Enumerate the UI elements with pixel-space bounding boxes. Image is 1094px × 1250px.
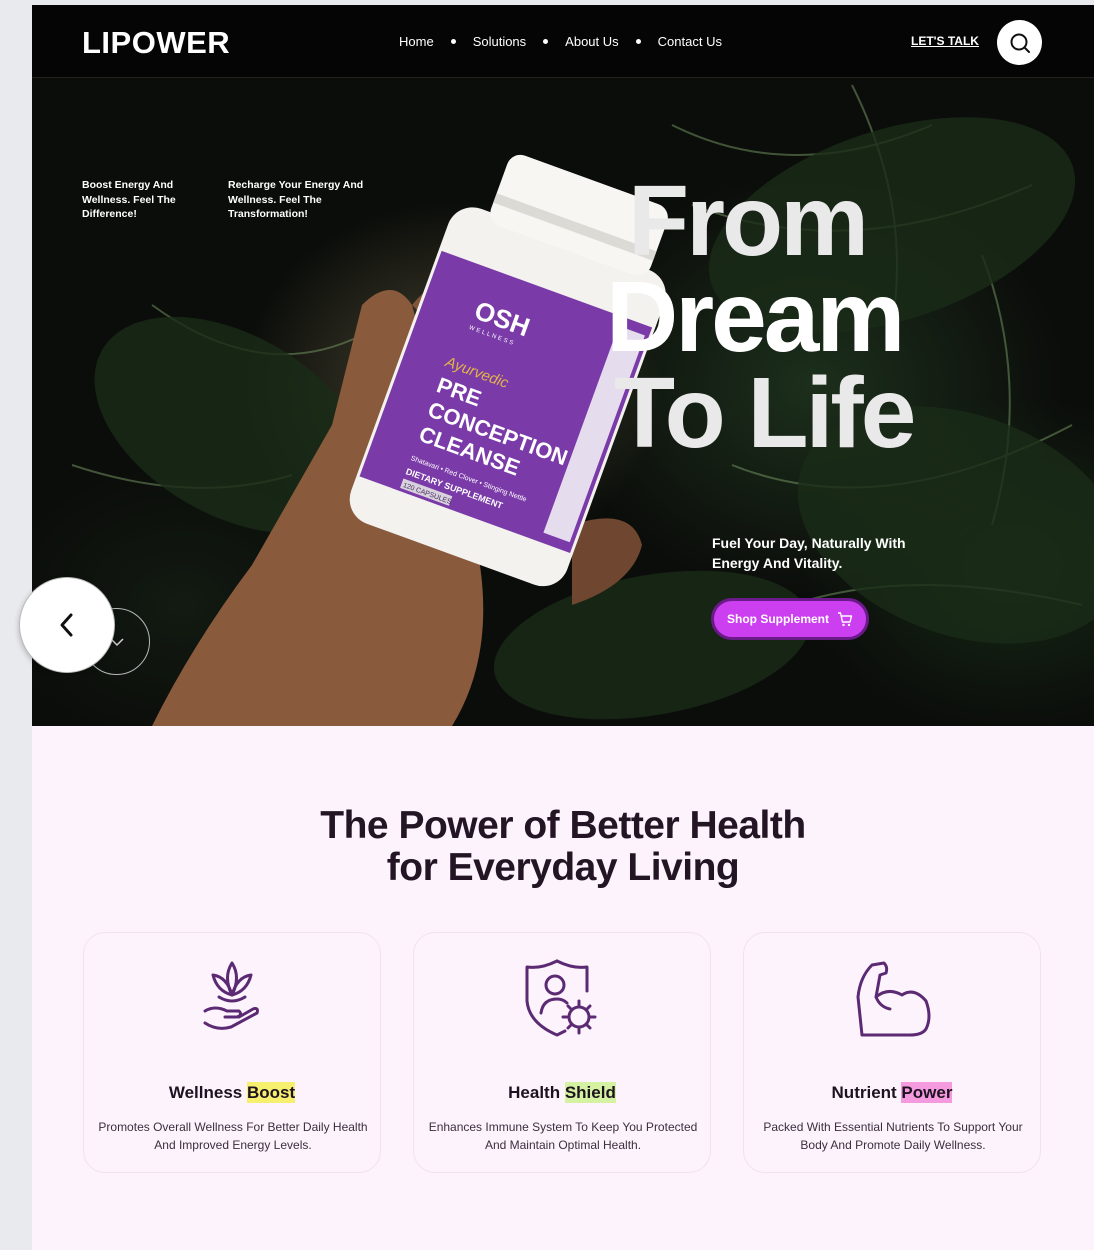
headline-line-2: Dream — [606, 261, 905, 373]
feature-title-text: Wellness — [168, 1083, 247, 1102]
dot-separator — [543, 39, 549, 44]
feature-title: Nutrient Power — [744, 1082, 1040, 1103]
features-heading-line-1: The Power of Better Health — [320, 804, 806, 847]
hero-tagline: Fuel Your Day, Naturally With Energy And… — [712, 535, 906, 571]
nav-contact-us[interactable]: Contact Us — [658, 34, 722, 49]
dot-separator — [635, 39, 641, 44]
hero-blurb-2: Recharge Your Energy And Wellness. Feel … — [228, 179, 364, 220]
features-heading: The Power of Better Health for Everyday … — [32, 805, 1094, 889]
feature-description: Promotes Overall Wellness For Better Dai… — [98, 1120, 368, 1152]
nav-about-us[interactable]: About Us — [565, 34, 618, 49]
feature-title-text: Nutrient — [831, 1083, 902, 1102]
feature-card-wellness-boost: Wellness Boost Promotes Overall Wellness… — [83, 932, 381, 1173]
flexed-arm-icon — [856, 961, 931, 1037]
shop-supplement-button[interactable]: Shop Supplement — [711, 598, 869, 640]
back-button[interactable] — [19, 577, 115, 673]
feature-title-highlight: Shield — [564, 1082, 616, 1103]
hero-blurb-1: Boost Energy And Wellness. Feel The Diff… — [82, 179, 176, 220]
dot-separator — [450, 39, 456, 44]
feature-title-highlight: Power — [901, 1082, 953, 1103]
nav-solutions[interactable]: Solutions — [473, 34, 526, 49]
feature-description: Enhances Immune System To Keep You Prote… — [428, 1120, 698, 1152]
hero-image: OSH WELLNESS Ayurvedic PRE CONCEPTION CL… — [71, 84, 1094, 726]
headline-line-1: From — [628, 165, 869, 277]
shop-button-label: Shop Supplement — [727, 612, 829, 626]
features-heading-line-2: for Everyday Living — [386, 846, 740, 889]
nav-home[interactable]: Home — [399, 34, 434, 49]
page: OSH WELLNESS Ayurvedic PRE CONCEPTION CL… — [32, 5, 1094, 1250]
feature-description: Packed With Essential Nutrients To Suppo… — [763, 1120, 1023, 1152]
main-menu: Home Solutions About Us Contact Us — [399, 34, 722, 49]
headline-line-3: To Life — [614, 357, 916, 469]
feature-title-highlight: Boost — [246, 1082, 296, 1103]
shield-virus-icon — [525, 959, 597, 1037]
brand-logo[interactable]: LIPOWER — [82, 25, 230, 61]
cart-icon — [838, 611, 853, 626]
feature-title: Health Shield — [414, 1082, 710, 1103]
feature-title: Wellness Boost — [84, 1082, 380, 1103]
top-navbar: LIPOWER Home Solutions About Us Contact … — [32, 5, 1094, 78]
hero-section: OSH WELLNESS Ayurvedic PRE CONCEPTION CL… — [32, 5, 1094, 726]
feature-card-health-shield: Health Shield Enhances Immune System To … — [413, 932, 711, 1173]
search-icon — [1010, 33, 1030, 53]
search-button[interactable] — [997, 20, 1042, 65]
lets-talk-link[interactable]: LET'S TALK — [911, 34, 979, 48]
feature-title-text: Health — [508, 1083, 565, 1102]
hero-headline: From Dream To Life — [606, 165, 916, 469]
chevron-left-icon — [60, 613, 73, 637]
lotus-hand-icon — [203, 961, 259, 1030]
feature-card-nutrient-power: Nutrient Power Packed With Essential Nut… — [743, 932, 1041, 1173]
